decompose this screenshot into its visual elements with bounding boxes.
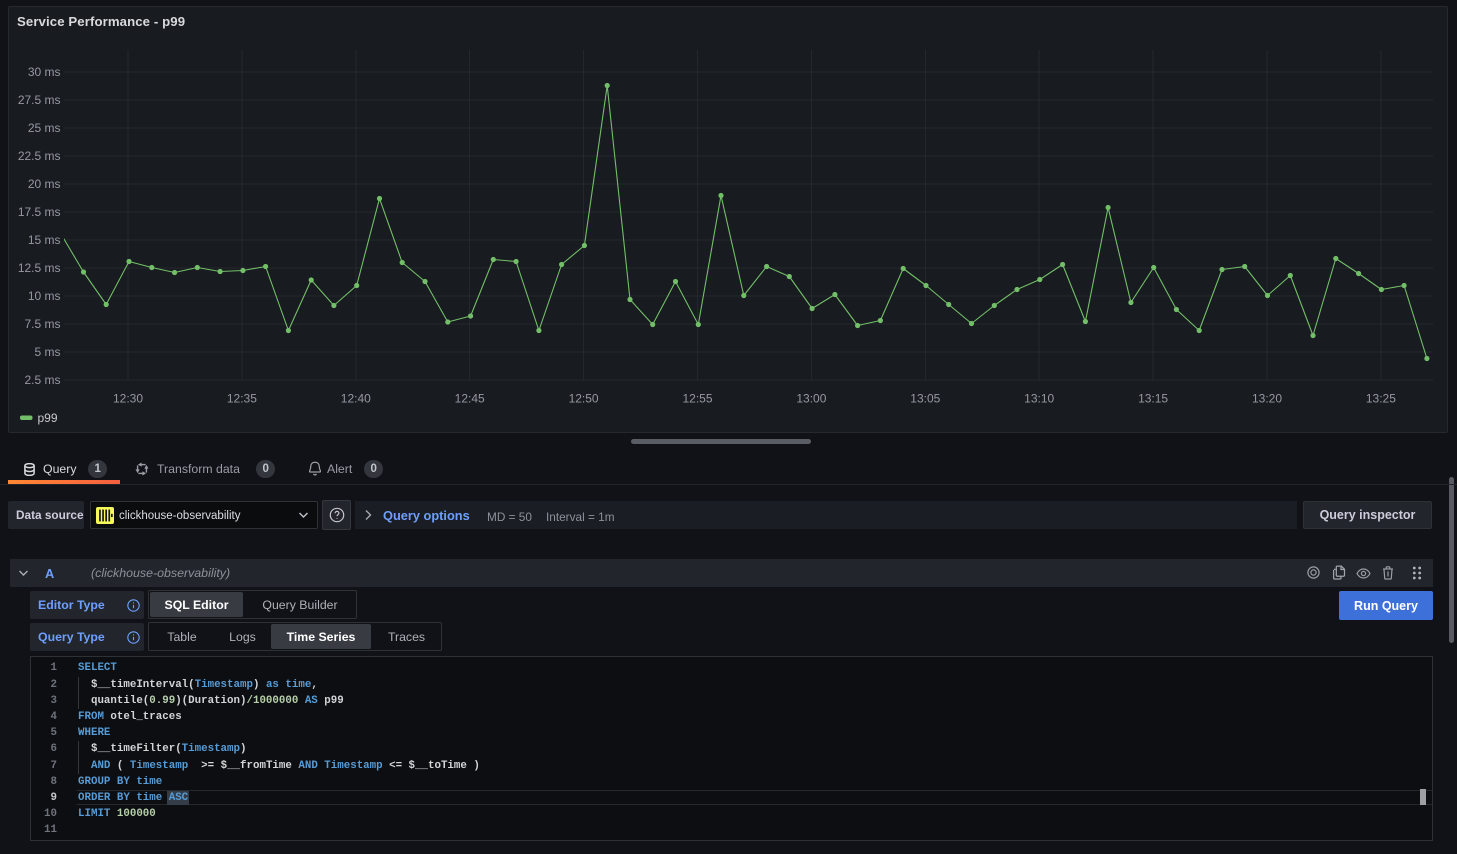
- svg-text:12:45: 12:45: [455, 392, 485, 406]
- svg-text:7.5 ms: 7.5 ms: [24, 317, 60, 331]
- svg-text:2.5 ms: 2.5 ms: [24, 373, 60, 387]
- svg-text:13:25: 13:25: [1366, 392, 1396, 406]
- svg-text:12:30: 12:30: [113, 392, 143, 406]
- svg-text:13:05: 13:05: [910, 392, 940, 406]
- svg-text:12:40: 12:40: [341, 392, 371, 406]
- svg-text:12:50: 12:50: [569, 392, 599, 406]
- svg-text:13:00: 13:00: [796, 392, 826, 406]
- svg-text:17.5 ms: 17.5 ms: [18, 205, 61, 219]
- svg-text:27.5 ms: 27.5 ms: [18, 93, 61, 107]
- svg-text:12:35: 12:35: [227, 392, 257, 406]
- svg-text:15 ms: 15 ms: [28, 233, 61, 247]
- svg-text:5 ms: 5 ms: [34, 345, 60, 359]
- svg-text:30 ms: 30 ms: [28, 65, 61, 79]
- svg-text:13:10: 13:10: [1024, 392, 1054, 406]
- svg-text:10 ms: 10 ms: [28, 289, 61, 303]
- svg-text:12:55: 12:55: [682, 392, 712, 406]
- svg-text:20 ms: 20 ms: [28, 177, 61, 191]
- svg-text:13:20: 13:20: [1252, 392, 1282, 406]
- svg-text:p99: p99: [38, 411, 58, 425]
- svg-text:13:15: 13:15: [1138, 392, 1168, 406]
- svg-text:22.5 ms: 22.5 ms: [18, 149, 61, 163]
- svg-text:25 ms: 25 ms: [28, 121, 61, 135]
- svg-text:12.5 ms: 12.5 ms: [18, 261, 61, 275]
